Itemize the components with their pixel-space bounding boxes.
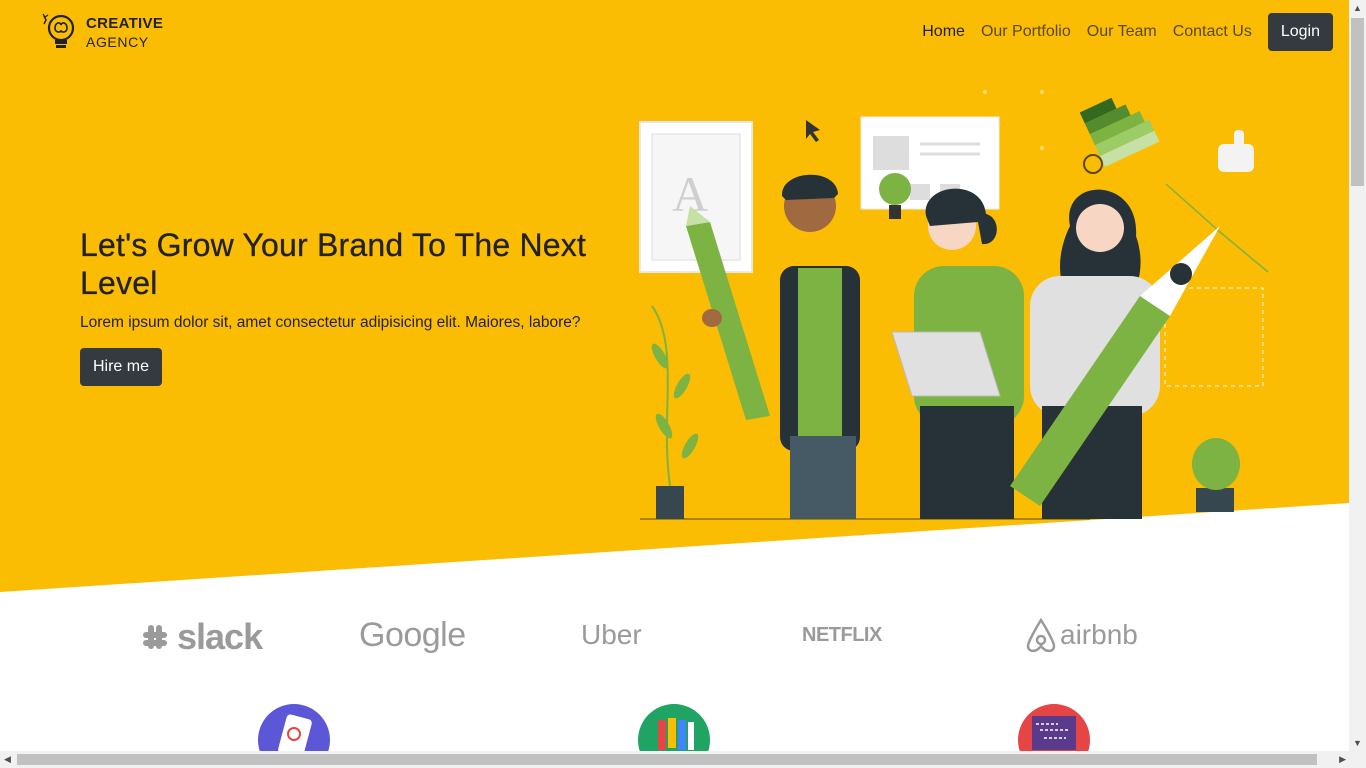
netflix-logo: NETFLIX xyxy=(802,624,882,647)
brand-logo[interactable]: CREATIVE AGENCY xyxy=(40,12,163,54)
brand-name: CREATIVE xyxy=(86,15,164,32)
vertical-scrollbar[interactable]: ▲ ▼ xyxy=(1349,0,1366,751)
nav-home[interactable]: Home xyxy=(922,23,965,41)
airbnb-wordmark: airbnb xyxy=(1060,619,1138,650)
services-section xyxy=(0,704,1349,752)
scroll-right-icon[interactable]: ▶ xyxy=(1339,754,1346,765)
airbnb-logo: airbnb xyxy=(1024,616,1138,654)
google-wordmark: Google xyxy=(359,616,466,654)
horizontal-scroll-thumb[interactable] xyxy=(17,754,1317,765)
scroll-down-icon[interactable]: ▼ xyxy=(1353,738,1362,748)
mobile-app-icon xyxy=(258,704,330,752)
uber-wordmark: Uber xyxy=(581,619,642,650)
slack-icon xyxy=(143,625,167,649)
hero-content: Let's Grow Your Brand To The Next Level … xyxy=(80,226,610,386)
nav-team[interactable]: Our Team xyxy=(1087,23,1157,41)
scroll-left-icon[interactable]: ◀ xyxy=(4,754,11,765)
brain-bulb-icon xyxy=(42,13,75,48)
nav-links: Home Our Portfolio Our Team Contact Us L… xyxy=(922,13,1333,51)
google-logo: Google xyxy=(359,616,466,655)
color-palette-icon xyxy=(638,704,710,752)
login-button[interactable]: Login xyxy=(1267,13,1333,51)
hire-me-button[interactable]: Hire me xyxy=(80,348,162,386)
vertical-scroll-thumb[interactable] xyxy=(1351,18,1364,186)
horizontal-scrollbar[interactable]: ◀ ▶ xyxy=(0,751,1366,768)
nav-contact[interactable]: Contact Us xyxy=(1173,23,1252,41)
client-logos: slack Google Uber NETFLIX airbnb xyxy=(0,604,1349,674)
navbar: CREATIVE AGENCY Home Our Portfolio Our T… xyxy=(0,0,1349,66)
hero-subtitle: Lorem ipsum dolor sit, amet consectetur … xyxy=(80,314,581,331)
nav-portfolio[interactable]: Our Portfolio xyxy=(981,23,1071,41)
team-illustration: A xyxy=(639,90,1269,520)
code-screen-icon xyxy=(1018,704,1090,752)
hero-section: A CREATIVE AGENCY Home Our Portfolio Our… xyxy=(0,0,1349,600)
uber-logo: Uber xyxy=(581,619,642,651)
scroll-up-icon[interactable]: ▲ xyxy=(1353,3,1362,13)
slack-logo: slack xyxy=(137,616,263,658)
brand-subtitle: AGENCY xyxy=(86,34,149,50)
airbnb-icon xyxy=(1026,617,1056,653)
slack-wordmark: slack xyxy=(177,616,263,657)
hero-title: Let's Grow Your Brand To The Next Level xyxy=(80,227,587,301)
netflix-wordmark: NETFLIX xyxy=(802,624,882,646)
